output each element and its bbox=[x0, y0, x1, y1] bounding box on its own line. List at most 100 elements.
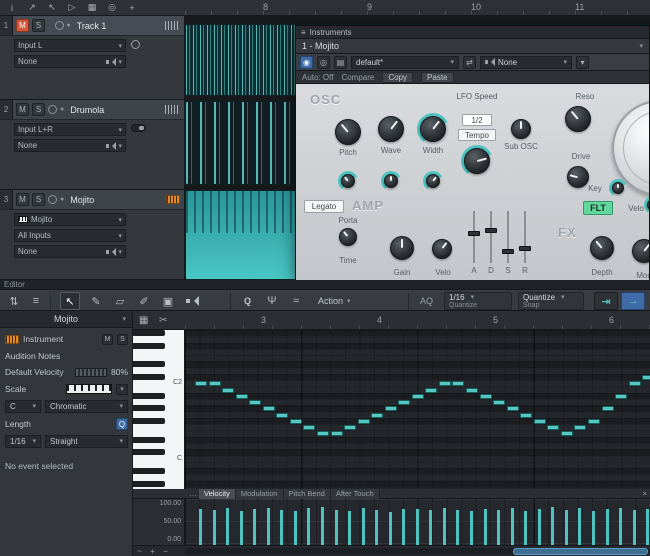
scrollbar-handle[interactable] bbox=[513, 548, 648, 555]
midi-note[interactable] bbox=[398, 400, 411, 406]
power-button[interactable]: ◉ bbox=[300, 55, 313, 69]
velocity-bar[interactable] bbox=[632, 510, 636, 545]
hamburger-icon[interactable]: ≡ bbox=[301, 28, 306, 37]
width-knob[interactable] bbox=[420, 116, 446, 142]
midi-note[interactable] bbox=[479, 393, 492, 399]
midi-note[interactable] bbox=[195, 381, 207, 387]
black-key[interactable] bbox=[133, 449, 165, 456]
zoom-out-icon[interactable]: − bbox=[159, 547, 172, 556]
velocity-bar[interactable] bbox=[619, 508, 623, 545]
mute-button[interactable]: M bbox=[102, 333, 113, 345]
midi-note[interactable] bbox=[452, 381, 465, 387]
paste-button[interactable]: Paste bbox=[421, 71, 454, 83]
velocity-bar[interactable] bbox=[415, 509, 419, 545]
width-mod-knob[interactable] bbox=[426, 174, 440, 188]
gain-knob[interactable] bbox=[390, 236, 414, 260]
velocity-bar[interactable] bbox=[442, 508, 446, 545]
stereo-toggle[interactable] bbox=[131, 124, 146, 132]
velocity-bar[interactable] bbox=[375, 510, 379, 545]
velocity-value[interactable]: 80% bbox=[111, 367, 128, 377]
velocity-bar[interactable] bbox=[564, 510, 568, 545]
compare-button[interactable]: Compare bbox=[341, 73, 374, 82]
solo-button[interactable]: S bbox=[117, 333, 128, 345]
midi-note[interactable] bbox=[601, 406, 614, 412]
panel-menu-icon[interactable]: ▾ bbox=[576, 55, 589, 69]
velocity-bar[interactable] bbox=[591, 511, 595, 545]
track-3-header[interactable]: 3 M S ● Mojito bbox=[0, 190, 184, 210]
mute-button[interactable]: M bbox=[16, 103, 29, 116]
velocity-bar[interactable] bbox=[456, 510, 460, 545]
track-name[interactable]: Mojito bbox=[70, 195, 163, 205]
velocity-bar[interactable] bbox=[470, 511, 473, 545]
velocity-bar[interactable] bbox=[226, 508, 230, 545]
instrument-slot-select[interactable]: 1 - Mojito ▾ bbox=[296, 39, 649, 54]
velocity-bar[interactable] bbox=[578, 508, 582, 545]
quantize-q-button[interactable]: Q bbox=[244, 290, 251, 312]
velocity-bar[interactable] bbox=[524, 511, 528, 545]
velocity-bar[interactable] bbox=[497, 510, 501, 545]
black-key[interactable] bbox=[133, 468, 165, 475]
output-select[interactable]: None ▾ bbox=[14, 245, 126, 258]
paint-tool[interactable]: ✐ bbox=[134, 292, 154, 310]
legato-button[interactable]: Legato bbox=[304, 200, 344, 213]
solo-button[interactable]: S bbox=[32, 19, 45, 32]
scissors-icon[interactable]: ✂ bbox=[159, 315, 167, 326]
info-icon[interactable]: i bbox=[5, 2, 19, 14]
midi-note[interactable] bbox=[425, 387, 438, 393]
copy-button[interactable]: Copy bbox=[382, 71, 414, 83]
midi-note[interactable] bbox=[222, 387, 235, 393]
midi-note[interactable] bbox=[506, 406, 519, 412]
wave-knob[interactable] bbox=[378, 116, 404, 142]
grid-value-select[interactable]: 1/16 ▾ bbox=[5, 434, 41, 448]
midi-note[interactable] bbox=[466, 387, 478, 393]
track-1[interactable]: 1 M S ▾ ● Track 1 Input L ▾ None bbox=[0, 16, 184, 100]
cursor-icon[interactable]: ↖ bbox=[45, 2, 59, 14]
auto-mode-label[interactable]: Auto: Off bbox=[302, 73, 333, 82]
track-name[interactable]: Drumola bbox=[70, 105, 162, 115]
quantize-value-select[interactable]: 1/16 ▾ Quantize bbox=[444, 292, 512, 310]
snap-mode-select[interactable]: Quantize ▾ Snap bbox=[518, 292, 584, 310]
midi-note[interactable] bbox=[574, 425, 587, 431]
input-select[interactable]: All Inputs ▾ bbox=[14, 229, 126, 242]
midi-note[interactable] bbox=[642, 374, 650, 380]
flt-section-button[interactable]: FLT bbox=[583, 201, 613, 215]
midi-note[interactable] bbox=[615, 393, 628, 399]
monitor-icon[interactable] bbox=[48, 105, 57, 114]
preset-select[interactable]: default* ▾ bbox=[351, 55, 459, 69]
velocity-bars[interactable] bbox=[185, 499, 650, 545]
monitor-icon[interactable]: ◎ bbox=[317, 55, 330, 69]
input-select[interactable]: Input L ▾ bbox=[14, 39, 126, 52]
tab-modulation[interactable]: Modulation bbox=[235, 488, 284, 499]
velocity-bar[interactable] bbox=[320, 507, 324, 545]
instrument-select[interactable]: Mojito ▾ bbox=[14, 213, 126, 226]
wave-mod-knob[interactable] bbox=[384, 174, 398, 188]
porta-time-knob[interactable] bbox=[339, 228, 357, 246]
preset-file-icon[interactable]: ▤ bbox=[334, 55, 347, 69]
scale-type-select[interactable]: Chromatic ▾ bbox=[45, 399, 128, 413]
reso-knob[interactable] bbox=[565, 106, 591, 132]
piano-ruler[interactable]: ▦ ✂ 3 4 5 6 bbox=[133, 311, 650, 330]
mute-button[interactable]: M bbox=[16, 19, 29, 32]
sustain-slider[interactable] bbox=[502, 211, 514, 263]
velocity-bar[interactable] bbox=[212, 510, 216, 545]
eraser-tool[interactable]: ▱ bbox=[110, 292, 130, 310]
black-key[interactable] bbox=[133, 330, 165, 336]
audition-notes-row[interactable]: Audition Notes bbox=[0, 349, 133, 363]
aq-toggle[interactable]: AQ bbox=[420, 290, 433, 312]
midi-note[interactable] bbox=[493, 400, 506, 406]
release-slider[interactable] bbox=[519, 211, 531, 263]
output-select[interactable]: None ▾ bbox=[14, 55, 126, 68]
track-3[interactable]: 3 M S ● Mojito Mojito ▾ All Inputs ▾ Non… bbox=[0, 190, 184, 280]
scrollbar-track[interactable] bbox=[185, 548, 650, 555]
midi-note[interactable] bbox=[547, 425, 560, 431]
black-key[interactable] bbox=[133, 373, 165, 380]
listen-tool[interactable] bbox=[182, 292, 202, 310]
zoom-in-icon[interactable]: + bbox=[146, 547, 159, 556]
pitch-snap-icon[interactable]: Ψ bbox=[262, 292, 282, 310]
midi-note[interactable] bbox=[357, 418, 370, 424]
output-select[interactable]: None ▾ bbox=[14, 139, 126, 152]
target-icon[interactable]: ◎ bbox=[105, 2, 119, 14]
midi-note[interactable] bbox=[289, 418, 302, 424]
swing-select[interactable]: Straight ▾ bbox=[45, 434, 128, 448]
follow-end-button[interactable]: ⇥ bbox=[594, 292, 618, 310]
